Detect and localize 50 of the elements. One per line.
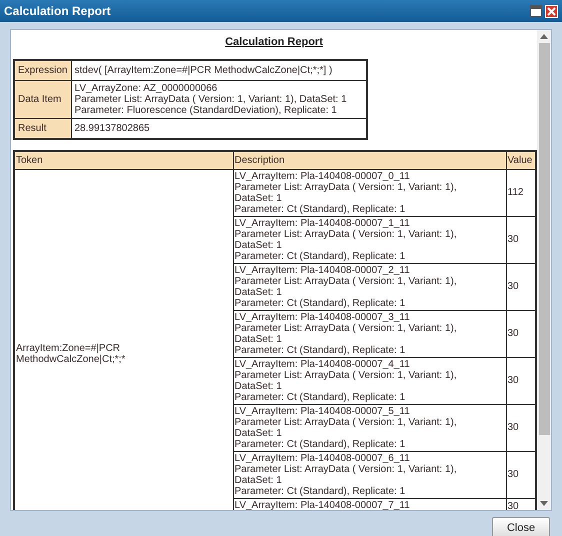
description-text: Parameter List: ArrayData ( Version: 1, Variant: 1), xyxy=(234,416,458,428)
summary-value: Parameter List: ArrayData ( Version: 1, Variant: 1), DataSet: 1 xyxy=(74,94,348,104)
description-text: DataSet: 1 xyxy=(234,286,283,298)
description-text: DataSet: 1 xyxy=(234,240,283,250)
description-text: Parameter List: ArrayData ( Version: 1, Variant: 1), xyxy=(234,322,458,334)
summary-value: 28.99137802865 xyxy=(74,122,151,134)
summary-value: stdev( [ArrayItem:Zone=#|PCR MethodwCalcZone|Ct;*;*] ) xyxy=(74,64,334,76)
maximize-icon[interactable] xyxy=(530,5,542,17)
scrollbar[interactable] xyxy=(537,30,551,510)
description-text: Parameter List: ArrayData ( Version: 1, Variant: 1), xyxy=(234,276,458,286)
window-title: Calculation Report xyxy=(4,3,112,20)
summary-label: Expression xyxy=(14,60,71,80)
description-text: Parameter: Ct (Standard), Replicate: 1 xyxy=(234,438,406,450)
scroll-up-icon[interactable] xyxy=(540,34,548,39)
description-text: LV_ArrayItem: Pla-140408-00007_4_11 xyxy=(234,358,411,370)
column-header: Description xyxy=(233,150,506,169)
column-header: Value xyxy=(506,150,536,169)
description-text: Parameter: Ct (Standard), Replicate: 1 xyxy=(234,344,406,356)
description-text: DataSet: 1 xyxy=(234,192,283,204)
description-text: DataSet: 1 xyxy=(234,334,283,344)
description-text: Parameter: Ct (Standard), Replicate: 1 xyxy=(234,486,406,496)
description-text: Parameter: Ct (Standard), Replicate: 1 xyxy=(234,298,406,308)
scroll-down-icon[interactable] xyxy=(540,501,548,506)
summary-value: LV_ArrayZone: AZ_0000000066 xyxy=(74,82,218,94)
description-text: Parameter List: ArrayData ( Version: 1, Variant: 1), xyxy=(234,182,458,192)
description-text: DataSet: 1 xyxy=(234,474,283,486)
description-text: LV_ArrayItem: Pla-140408-00007_3_11 xyxy=(234,312,411,322)
description-text: Parameter: Ct (Standard), Replicate: 1 xyxy=(234,250,406,262)
close-icon[interactable] xyxy=(545,4,558,18)
description-text: LV_ArrayItem: Pla-140408-00007_2_11 xyxy=(234,264,411,276)
close-button[interactable]: Close xyxy=(492,517,550,536)
description-text: LV_ArrayItem: Pla-140408-00007_5_11 xyxy=(234,406,411,416)
description-text: DataSet: 1 xyxy=(234,428,283,438)
summary-label: Data Item xyxy=(14,80,71,118)
description-text: DataSet: 1 xyxy=(234,380,283,392)
description-text: Parameter: Ct (Standard), Replicate: 1 xyxy=(234,204,406,214)
description-text: Parameter: Ct (Standard), Replicate: 1 xyxy=(234,392,406,402)
summary-value: Parameter: Fluorescence (StandardDeviation), Replicate: 1 xyxy=(74,104,338,116)
description-text: LV_ArrayItem: Pla-140408-00007_1_11 xyxy=(234,218,411,228)
description-text: LV_ArrayItem: Pla-140408-00007_0_11 xyxy=(234,170,411,182)
description-text: LV_ArrayItem: Pla-140408-00007_7_11 xyxy=(234,500,411,510)
description-text: Parameter List: ArrayData ( Version: 1, Variant: 1), xyxy=(234,228,458,240)
summary-label: Result xyxy=(14,118,71,138)
description-text: LV_ArrayItem: Pla-140408-00007_6_11 xyxy=(234,452,411,464)
description-text: Parameter List: ArrayData ( Version: 1, Variant: 1), xyxy=(234,464,458,474)
token-text: ArrayItem:Zone=#|PCR xyxy=(16,342,120,354)
report-heading: Calculation Report xyxy=(225,35,323,50)
description-text: Parameter List: ArrayData ( Version: 1, Variant: 1), xyxy=(234,370,458,380)
token-text: MethodwCalcZone|Ct;*;* xyxy=(16,354,126,364)
column-header: Token xyxy=(14,150,233,169)
